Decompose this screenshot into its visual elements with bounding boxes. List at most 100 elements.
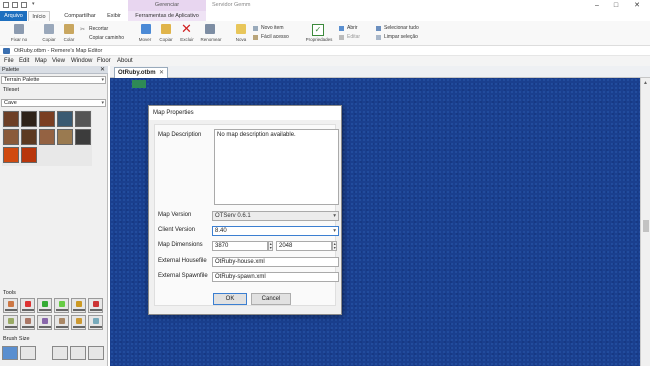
move-to-button[interactable]: Mover <box>134 37 156 42</box>
brush-circle-icon[interactable] <box>20 346 36 360</box>
menu-map[interactable]: Map <box>35 56 47 66</box>
brush-size-1-button[interactable] <box>52 346 68 360</box>
menu-window[interactable]: Window <box>71 56 92 66</box>
tool-pvp-zone[interactable] <box>88 298 103 313</box>
menu-floor[interactable]: Floor <box>97 56 111 66</box>
client-version-select[interactable]: 8.40 ▾ <box>212 226 339 236</box>
map-width-input[interactable]: 3870 <box>212 241 268 251</box>
quick-access-dropdown-icon[interactable]: ▾ <box>32 1 35 7</box>
tool-border[interactable] <box>3 298 18 313</box>
height-spinner-icon[interactable]: ▲ ▼ <box>332 241 337 251</box>
map-version-select[interactable]: OTServ 0.6.1 ▾ <box>212 211 339 221</box>
doc-tab-otruby[interactable]: OtRuby.otbm ✕ <box>114 67 168 78</box>
close-icon[interactable]: ✕ <box>628 0 646 11</box>
folder-icon[interactable] <box>3 2 9 8</box>
app-title: OtRuby.otbm - Remere's Map Editor <box>14 48 103 54</box>
housefile-input[interactable]: OtRuby-house.xml <box>212 257 339 267</box>
brush-size-3-button[interactable] <box>88 346 104 360</box>
tab-file[interactable]: Arquivo <box>0 11 27 21</box>
clear-selection-button[interactable]: Limpar seleção <box>384 34 418 40</box>
palette-type-select[interactable]: Terrain Palette ▾ <box>1 76 106 84</box>
open-icon <box>339 26 344 31</box>
tool-no-pvp[interactable] <box>54 298 69 313</box>
minimize-icon[interactable]: – <box>588 0 606 11</box>
tool-protection-zone[interactable] <box>37 298 52 313</box>
menu-edit[interactable]: Edit <box>19 56 29 66</box>
tab-app-tools[interactable]: Ferramentas de Aplicativo <box>128 11 206 21</box>
brush-size-2-button[interactable] <box>70 346 86 360</box>
tileset-label: Tileset <box>3 87 19 93</box>
properties-button[interactable]: Propriedades <box>300 37 338 42</box>
tool-normal-door[interactable] <box>3 315 18 330</box>
tile-cave-sand[interactable] <box>3 129 19 145</box>
palette-close-icon[interactable]: ✕ <box>100 66 105 74</box>
close-tab-icon[interactable]: ✕ <box>159 68 164 78</box>
chevron-down-icon: ▾ <box>101 77 104 83</box>
new-folder-quick-icon[interactable] <box>21 2 27 8</box>
tile-cave-dirt[interactable] <box>21 129 37 145</box>
new-item-button[interactable]: Novo item <box>261 25 284 31</box>
tool-eraser[interactable] <box>20 298 35 313</box>
pin-quick-access-button[interactable]: Fixar no <box>6 37 32 42</box>
tile-cave-lava-edge[interactable] <box>39 111 55 127</box>
ok-button[interactable]: OK <box>213 293 247 305</box>
tileset-select[interactable]: Cave ▾ <box>1 99 106 107</box>
tool-window[interactable] <box>88 315 103 330</box>
copy-button[interactable]: Copiar <box>38 37 60 42</box>
menu-view[interactable]: View <box>52 56 65 66</box>
select-all-button[interactable]: Selecionar tudo <box>384 25 419 31</box>
pin-icon <box>14 24 24 34</box>
spawnfile-label: External Spawnfile <box>158 273 208 279</box>
cancel-button[interactable]: Cancel <box>251 293 291 305</box>
tile-cave-brown[interactable] <box>3 111 19 127</box>
palette-type-value: Terrain Palette <box>4 77 40 83</box>
new-folder-button[interactable]: Nova <box>230 37 252 42</box>
width-spinner-icon[interactable]: ▲ ▼ <box>268 241 273 251</box>
tab-home[interactable]: Início <box>28 11 50 21</box>
tool-hatch-window[interactable] <box>71 315 86 330</box>
tile-cave-dark[interactable] <box>75 129 91 145</box>
tile-cave-rock[interactable] <box>21 111 37 127</box>
copy-to-button[interactable]: Copiar <box>155 37 177 42</box>
rename-icon <box>205 24 215 34</box>
tile-grid <box>2 110 92 166</box>
scroll-up-icon[interactable]: ▲ <box>643 80 648 86</box>
spawnfile-input[interactable]: OtRuby-spawn.xml <box>212 272 339 282</box>
palette-panel: Palette ✕ Terrain Palette ▾ Tileset Cave… <box>0 66 108 366</box>
description-value: No map description available. <box>217 132 296 138</box>
tile-cave-mud[interactable] <box>57 129 73 145</box>
tile-lava-dark[interactable] <box>21 147 37 163</box>
copy-path-button[interactable]: Copiar caminho <box>89 35 124 41</box>
palette-header: Palette ✕ <box>0 66 108 74</box>
tile-cave-light[interactable] <box>39 129 55 145</box>
tab-share[interactable]: Compartilhar <box>57 11 103 21</box>
easy-access-button[interactable]: Fácil acesso <box>261 34 289 40</box>
properties-quick-icon[interactable] <box>12 2 18 8</box>
context-tab-group: Gerenciar <box>128 0 206 11</box>
map-vertical-scrollbar[interactable]: ▲ <box>640 78 650 366</box>
tab-view[interactable]: Exibir <box>104 11 124 21</box>
tool-locked-door[interactable] <box>20 315 35 330</box>
tile-lava[interactable] <box>3 147 19 163</box>
tile-cave-water[interactable] <box>57 111 73 127</box>
tool-no-logout[interactable] <box>71 298 86 313</box>
scroll-thumb[interactable] <box>643 220 649 232</box>
map-height-input[interactable]: 2048 <box>276 241 332 251</box>
paste-button[interactable]: Colar <box>60 37 78 42</box>
open-button[interactable]: Abrir <box>347 25 358 31</box>
cut-button[interactable]: Recortar <box>89 26 108 32</box>
tool-quest-door[interactable] <box>54 315 69 330</box>
dialog-title: Map Properties <box>149 106 341 120</box>
delete-button[interactable]: Excluir <box>176 37 198 42</box>
ribbon-toolbar: Fixar no Copiar Colar ✂ Recortar Copiar … <box>0 21 650 46</box>
tile-cave-grey[interactable] <box>75 111 91 127</box>
rename-button[interactable]: Renomear <box>198 37 224 42</box>
new-item-icon <box>253 26 258 31</box>
description-textarea[interactable]: No map description available. <box>214 129 339 205</box>
maximize-icon[interactable]: □ <box>607 0 625 11</box>
tool-magic-door[interactable] <box>37 315 52 330</box>
menu-about[interactable]: About <box>117 56 133 66</box>
menu-file[interactable]: File <box>4 56 14 66</box>
edit-button[interactable]: Editar <box>347 34 360 40</box>
brush-square-icon[interactable] <box>2 346 18 360</box>
